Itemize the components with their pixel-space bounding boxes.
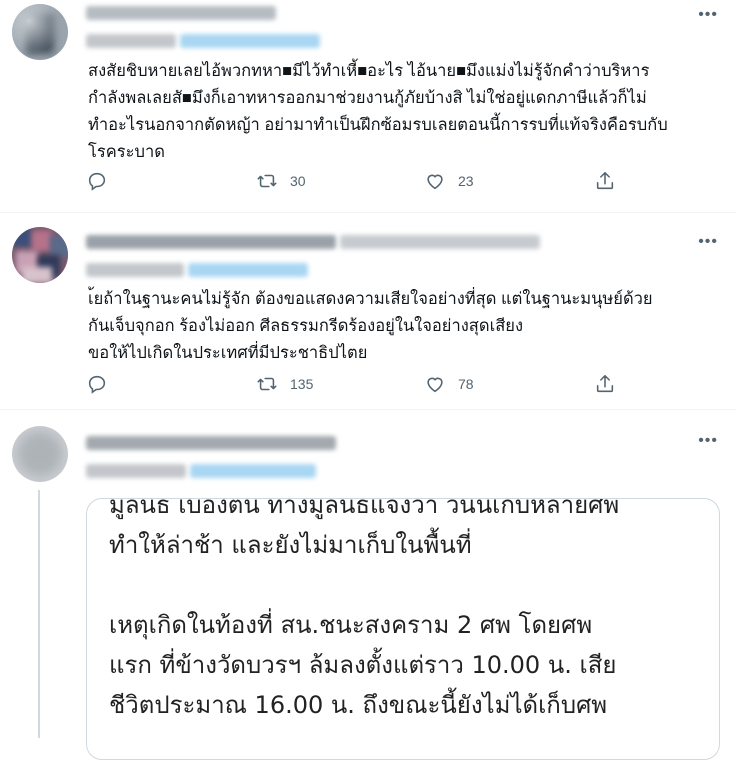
thread-line xyxy=(38,490,40,738)
author-handle-blurred[interactable] xyxy=(340,235,540,249)
reply-button[interactable] xyxy=(86,170,108,192)
tweet-text: สงสัยชิบหายเลยไอ้พวกทหา■มีไว้ทำเหี้■อะไร… xyxy=(88,62,668,161)
reply-to-link-blurred[interactable] xyxy=(188,263,308,277)
retweet-count: 30 xyxy=(290,173,306,189)
retweet-button[interactable]: 135 xyxy=(256,373,313,395)
share-icon xyxy=(596,171,614,190)
tweet-2[interactable]: ••• เ้ยถ้าในฐานะคนไม่รู้จัก ต้องขอแสดงคว… xyxy=(0,213,736,410)
author-name-blurred[interactable] xyxy=(86,235,336,249)
like-count: 78 xyxy=(458,376,474,392)
share-button[interactable] xyxy=(594,170,616,192)
reply-icon xyxy=(88,172,106,191)
author-name-blurred[interactable] xyxy=(86,436,336,450)
share-icon xyxy=(596,374,614,393)
like-icon xyxy=(427,174,443,190)
reply-icon xyxy=(88,375,106,394)
like-button[interactable]: 78 xyxy=(424,373,474,395)
reply-to-link-blurred[interactable] xyxy=(190,464,316,478)
tweet-text: เ้ยถ้าในฐานะคนไม่รู้จัก ต้องขอแสดงความเส… xyxy=(88,290,653,362)
avatar[interactable] xyxy=(12,426,68,482)
share-button[interactable] xyxy=(594,373,616,395)
reply-button[interactable] xyxy=(86,373,108,395)
avatar[interactable] xyxy=(12,227,68,283)
reply-to-blurred[interactable] xyxy=(86,464,186,478)
like-button[interactable]: 23 xyxy=(424,170,474,192)
retweet-button[interactable]: 30 xyxy=(256,170,306,192)
retweet-icon xyxy=(257,174,277,188)
like-count: 23 xyxy=(458,173,474,189)
media-image[interactable]: มูลนธ เบองตน ทางมูลนธแจงวา วนนเกบหลายศพ … xyxy=(86,498,720,760)
author-name-blurred[interactable] xyxy=(86,6,276,20)
retweet-icon xyxy=(257,377,277,391)
more-icon[interactable]: ••• xyxy=(698,6,718,24)
more-icon[interactable]: ••• xyxy=(698,233,718,251)
tweet-actions: 30 23 xyxy=(86,170,626,194)
reply-to-blurred[interactable] xyxy=(86,34,176,48)
tweet-1[interactable]: ••• สงสัยชิบหายเลยไอ้พวกทหา■มีไว้ทำเหี้■… xyxy=(0,0,736,213)
tweet-actions: 135 78 xyxy=(86,373,626,397)
avatar[interactable] xyxy=(12,4,68,60)
like-icon xyxy=(427,377,443,393)
media-image-text: มูลนธ เบองตน ทางมูลนธแจงวา วนนเกบหลายศพ … xyxy=(109,498,620,719)
retweet-count: 135 xyxy=(290,376,314,392)
more-icon[interactable]: ••• xyxy=(698,432,718,450)
reply-to-link-blurred[interactable] xyxy=(180,34,320,48)
reply-to-blurred[interactable] xyxy=(86,263,184,277)
